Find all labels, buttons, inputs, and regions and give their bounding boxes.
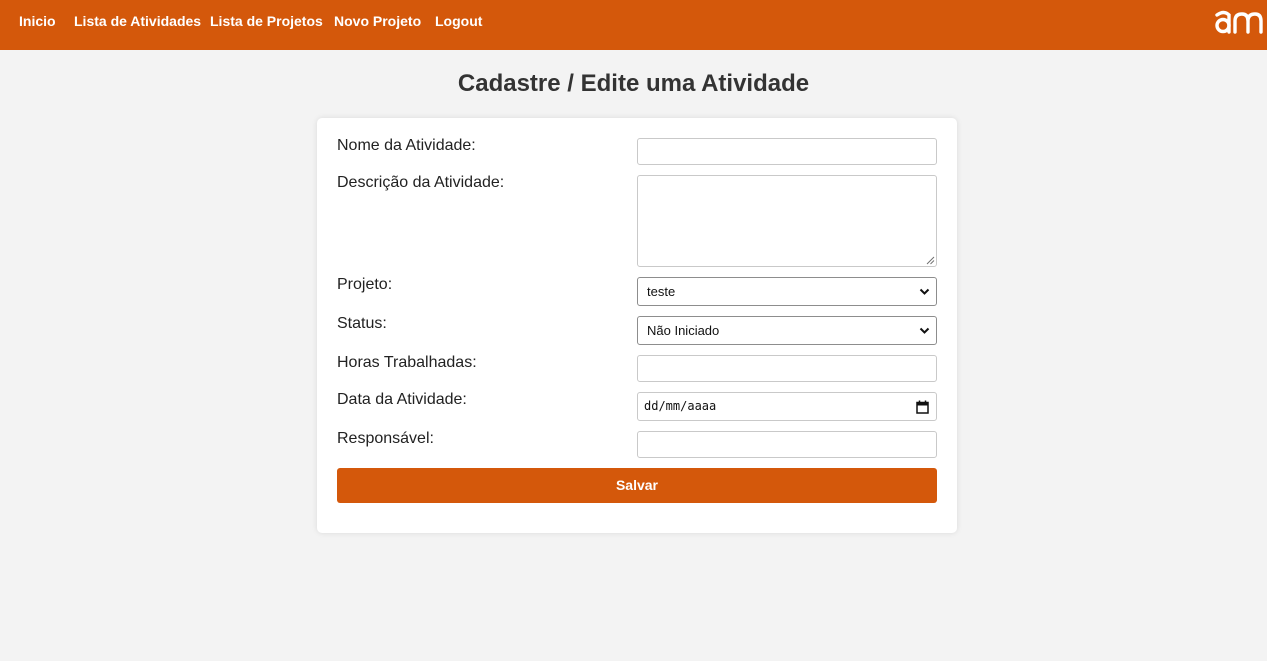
status-selected-value: Não Iniciado <box>647 323 720 338</box>
responsavel-label: Responsável: <box>337 430 434 447</box>
status-label: Status: <box>337 315 387 332</box>
logo-am[interactable] <box>1214 7 1264 37</box>
nome-atividade-label: Nome da Atividade: <box>337 137 476 154</box>
projeto-select[interactable]: teste <box>637 277 937 306</box>
projeto-label: Projeto: <box>337 276 393 293</box>
horas-trabalhadas-input[interactable] <box>637 355 937 382</box>
resize-grip-icon[interactable] <box>926 256 935 265</box>
status-select[interactable]: Não Iniciado <box>637 316 937 345</box>
nav-link-lista-de-projetos[interactable]: Lista de Projetos <box>210 0 323 43</box>
descricao-atividade-textarea[interactable] <box>637 175 937 267</box>
nome-atividade-input[interactable] <box>637 138 937 165</box>
chevron-down-icon <box>919 327 930 334</box>
projeto-selected-value: teste <box>647 284 676 299</box>
nav-link-novo-projeto[interactable]: Novo Projeto <box>334 0 421 43</box>
chevron-down-icon <box>919 288 930 295</box>
responsavel-input[interactable] <box>637 431 937 458</box>
horas-trabalhadas-label: Horas Trabalhadas: <box>337 354 477 371</box>
page-title: Cadastre / Edite uma Atividade <box>457 70 810 97</box>
activity-form-card: Nome da Atividade: Descrição da Atividad… <box>317 118 957 533</box>
salvar-button[interactable]: Salvar <box>337 468 937 503</box>
data-atividade-label: Data da Atividade: <box>337 391 467 408</box>
nav-link-inicio[interactable]: Inicio <box>19 0 56 43</box>
nav-link-logout[interactable]: Logout <box>435 0 482 43</box>
descricao-atividade-label: Descrição da Atividade: <box>337 174 505 191</box>
nav-link-lista-de-atividades[interactable]: Lista de Atividades <box>74 0 201 43</box>
calendar-icon[interactable] <box>916 400 929 414</box>
top-navbar: Inicio Lista de Atividades Lista de Proj… <box>0 0 1267 50</box>
data-atividade-input[interactable]: dd/mm/aaaa <box>637 392 937 421</box>
date-placeholder: dd/mm/aaaa <box>644 399 717 413</box>
